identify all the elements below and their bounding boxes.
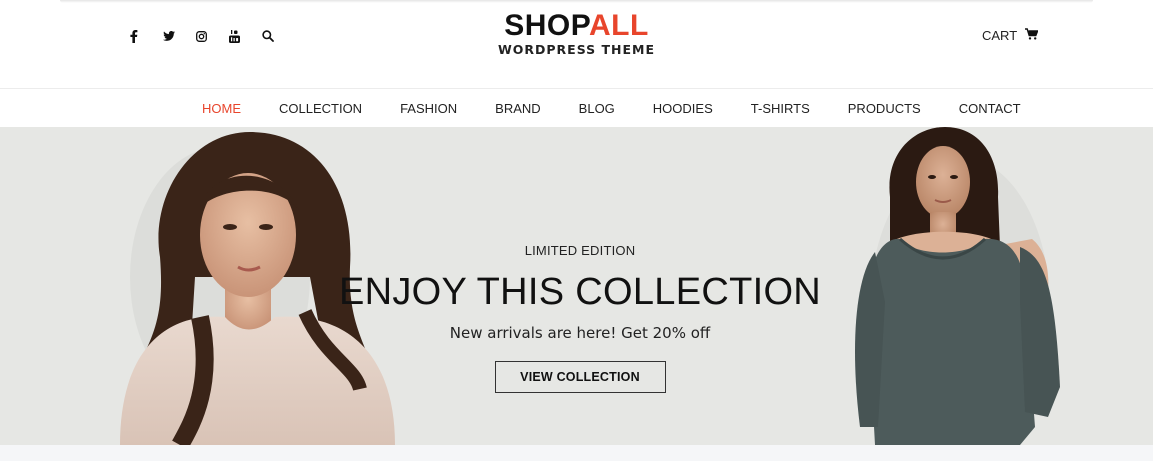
logo-wordmark: SHOPALL	[0, 10, 1153, 42]
site-logo[interactable]: SHOPALL WORDPRESS THEME	[0, 10, 1153, 58]
nav-item-blog[interactable]: BLOG	[579, 101, 615, 116]
cart-label: CART	[982, 28, 1018, 43]
view-collection-button[interactable]: VIEW COLLECTION	[494, 361, 666, 393]
logo-tagline: WORDPRESS THEME	[497, 42, 656, 57]
hero-kicker: LIMITED EDITION	[524, 243, 636, 258]
nav-item-home[interactable]: HOME	[202, 101, 241, 116]
main-navigation: HOME COLLECTION FASHION BRAND BLOG HOODIES T-S…	[0, 88, 1153, 127]
hero-headline: ENJOY THIS COLLECTION	[338, 271, 822, 313]
nav-item-products[interactable]: PRODUCTS	[848, 101, 921, 116]
nav-item-collection[interactable]: COLLECTION	[279, 101, 362, 116]
logo-all-text: ALL	[588, 9, 649, 42]
hero-banner: LIMITED EDITION ENJOY THIS COLLECTION Ne…	[0, 127, 1153, 445]
model-right-image	[855, 127, 1060, 445]
hero-subline: New arrivals are here! Get 20% off	[449, 324, 711, 342]
hero-content: LIMITED EDITION ENJOY THIS COLLECTION Ne…	[330, 243, 830, 393]
nav-item-contact[interactable]: CONTACT	[959, 101, 1021, 116]
nav-item-brand[interactable]: BRAND	[495, 101, 541, 116]
cart-link[interactable]: CART	[982, 28, 1039, 43]
nav-item-t-shirts[interactable]: T-SHIRTS	[751, 101, 810, 116]
nav-item-fashion[interactable]: FASHION	[400, 101, 457, 116]
site-header: SHOPALL WORDPRESS THEME CART	[0, 0, 1153, 88]
nav-list: HOME COLLECTION FASHION BRAND BLOG HOODIES T-S…	[202, 89, 1059, 128]
nav-item-hoodies[interactable]: HOODIES	[653, 101, 713, 116]
page-bottom-strip	[0, 445, 1153, 461]
logo-shop-text: SHOP	[504, 9, 589, 42]
shopping-cart-icon	[1025, 28, 1039, 43]
